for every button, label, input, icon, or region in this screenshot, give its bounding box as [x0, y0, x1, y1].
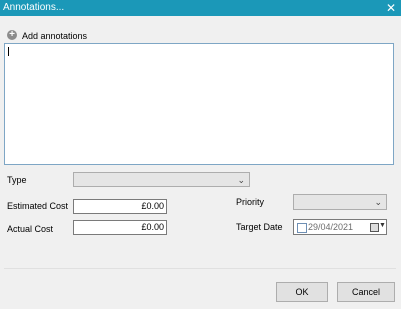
target-date-picker[interactable]: 29/04/2021 ▼ — [293, 219, 387, 235]
actual-cost-label: Actual Cost — [7, 224, 54, 234]
dropdown-arrow-icon: ▼ — [379, 222, 386, 229]
window-title: Annotations... — [3, 2, 65, 13]
footer-divider — [4, 268, 396, 269]
chevron-down-icon: ⌄ — [237, 175, 245, 185]
calendar-dropdown-button[interactable]: ▼ — [370, 222, 386, 232]
text-caret — [8, 47, 9, 56]
actual-cost-input[interactable]: £0.00 — [73, 220, 167, 235]
title-bar: Annotations... ✕ — [0, 0, 401, 16]
target-date-label: Target Date — [236, 222, 283, 232]
ok-button[interactable]: OK — [276, 282, 328, 302]
plus-circle-icon: + — [7, 30, 17, 40]
target-date-checkbox[interactable] — [297, 223, 307, 233]
calendar-icon — [370, 223, 379, 232]
estimated-cost-label: Estimated Cost — [7, 201, 69, 211]
type-label: Type — [7, 175, 27, 185]
annotation-textarea[interactable] — [4, 43, 394, 165]
priority-label: Priority — [236, 197, 265, 207]
type-dropdown[interactable]: ⌄ — [73, 172, 250, 187]
add-annotations-label: Add annotations — [22, 31, 88, 41]
target-date-value: 29/04/2021 — [308, 222, 354, 232]
close-icon[interactable]: ✕ — [386, 1, 396, 15]
priority-dropdown[interactable]: ⌄ — [293, 194, 387, 210]
cancel-button[interactable]: Cancel — [337, 282, 395, 302]
estimated-cost-input[interactable]: £0.00 — [73, 199, 167, 214]
chevron-down-icon: ⌄ — [374, 197, 382, 207]
